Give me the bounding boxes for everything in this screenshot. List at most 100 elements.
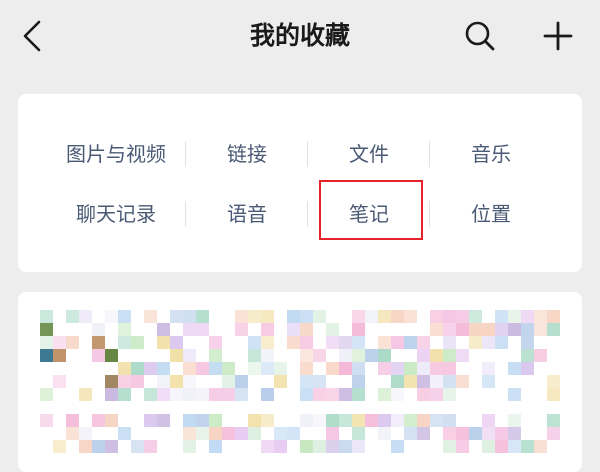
mosaic-cell <box>508 388 521 401</box>
mosaic-cell <box>469 323 482 336</box>
mosaic-cell <box>430 388 443 401</box>
mosaic-cell <box>521 440 534 453</box>
page-title: 我的收藏 <box>249 21 350 50</box>
mosaic-cell <box>339 362 352 375</box>
search-icon <box>465 21 495 51</box>
mosaic-cell <box>482 375 495 388</box>
mosaic-cell <box>534 323 547 336</box>
mosaic-cell <box>443 427 456 440</box>
mosaic-cell <box>391 440 404 453</box>
mosaic-cell <box>521 362 534 375</box>
mosaic-cell <box>326 427 339 440</box>
mosaic-cell <box>391 375 404 388</box>
mosaic-cell <box>443 362 456 375</box>
mosaic-cell <box>79 427 92 440</box>
mosaic-cell <box>326 440 339 453</box>
mosaic-cell <box>118 375 131 388</box>
mosaic-cell <box>105 414 118 427</box>
mosaic-cell <box>339 349 352 362</box>
mosaic-cell <box>495 440 508 453</box>
category-photos-videos[interactable]: 图片与视频 <box>55 134 177 174</box>
mosaic-cell <box>40 310 53 323</box>
mosaic-cell <box>53 336 66 349</box>
add-button[interactable] <box>536 14 580 58</box>
mosaic-cell <box>118 336 131 349</box>
mosaic-cell <box>391 388 404 401</box>
mosaic-cell <box>79 310 92 323</box>
mosaic-cell <box>92 336 105 349</box>
mosaic-cell <box>183 427 196 440</box>
mosaic-cell <box>66 310 79 323</box>
mosaic-cell <box>144 388 157 401</box>
mosaic-cell <box>482 427 495 440</box>
mosaic-cell <box>131 336 144 349</box>
mosaic-cell <box>300 310 313 323</box>
mosaic-cell <box>183 362 196 375</box>
mosaic-cell <box>79 440 92 453</box>
mosaic-cell <box>40 323 53 336</box>
mosaic-cell <box>118 427 131 440</box>
mosaic-cell <box>547 414 560 427</box>
mosaic-cell <box>40 388 53 401</box>
category-location[interactable]: 位置 <box>430 194 552 234</box>
mosaic-cell <box>404 336 417 349</box>
mosaic-cell <box>157 375 170 388</box>
mosaic-cell <box>508 440 521 453</box>
mosaic-cell <box>66 336 79 349</box>
search-button[interactable] <box>458 14 502 58</box>
mosaic-cell <box>183 388 196 401</box>
mosaic-cell <box>495 427 508 440</box>
mosaic-cell <box>118 323 131 336</box>
mosaic-cell <box>547 310 560 323</box>
mosaic-cell <box>404 362 417 375</box>
mosaic-cell <box>287 427 300 440</box>
mosaic-cell <box>378 388 391 401</box>
mosaic-cell <box>209 336 222 349</box>
favorite-item-card[interactable] <box>18 292 582 472</box>
mosaic-cell <box>170 388 183 401</box>
mosaic-cell <box>456 349 469 362</box>
mosaic-cell <box>274 375 287 388</box>
mosaic-cell <box>456 310 469 323</box>
mosaic-cell <box>183 310 196 323</box>
mosaic-cell <box>508 323 521 336</box>
mosaic-cell <box>534 440 547 453</box>
mosaic-cell <box>66 414 79 427</box>
category-files[interactable]: 文件 <box>308 134 430 174</box>
mosaic-cell <box>118 310 131 323</box>
mosaic-cell <box>456 323 469 336</box>
mosaic-cell <box>365 310 378 323</box>
mosaic-cell <box>261 440 274 453</box>
mosaic-cell <box>456 375 469 388</box>
mosaic-cell <box>404 310 417 323</box>
mosaic-cell <box>196 323 209 336</box>
mosaic-cell <box>300 349 313 362</box>
mosaic-cell <box>508 310 521 323</box>
mosaic-cell <box>443 375 456 388</box>
plus-icon <box>543 21 573 51</box>
mosaic-cell <box>222 375 235 388</box>
mosaic-cell <box>157 323 170 336</box>
mosaic-cell <box>300 440 313 453</box>
mosaic-cell <box>547 388 560 401</box>
mosaic-cell <box>235 323 248 336</box>
mosaic-cell <box>365 349 378 362</box>
mosaic-cell <box>300 414 313 427</box>
mosaic-cell <box>391 362 404 375</box>
mosaic-cell <box>131 375 144 388</box>
category-chat-history[interactable]: 聊天记录 <box>55 194 177 234</box>
mosaic-cell <box>196 414 209 427</box>
category-links[interactable]: 链接 <box>186 134 308 174</box>
mosaic-cell <box>92 323 105 336</box>
mosaic-cell <box>521 323 534 336</box>
mosaic-cell <box>300 323 313 336</box>
mosaic-cell <box>443 440 456 453</box>
mosaic-cell <box>326 388 339 401</box>
category-voice[interactable]: 语音 <box>186 194 308 234</box>
mosaic-cell <box>456 427 469 440</box>
mosaic-cell <box>326 323 339 336</box>
mosaic-cell <box>300 388 313 401</box>
mosaic-cell <box>417 375 430 388</box>
mosaic-cell <box>391 336 404 349</box>
category-music[interactable]: 音乐 <box>430 134 552 174</box>
